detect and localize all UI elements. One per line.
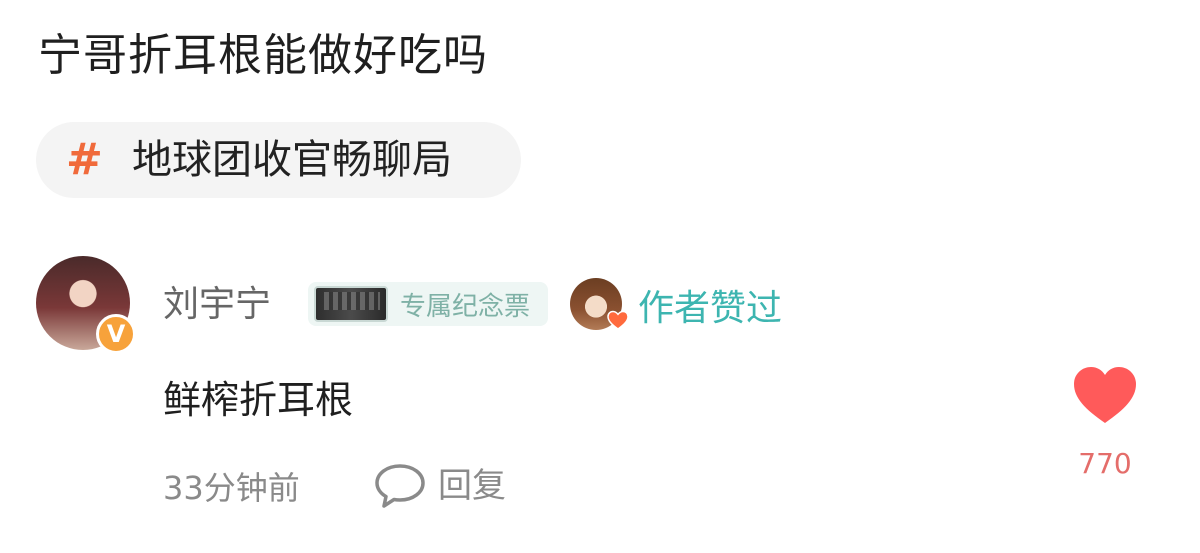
topic-chip[interactable]: # 地球团收官畅聊局 — [36, 122, 521, 198]
small-heart-icon — [607, 310, 629, 330]
reply-button[interactable]: 回复 — [372, 456, 506, 516]
comment-text: 鲜榨折耳根 — [163, 378, 354, 422]
author-avatar-wrap[interactable]: V — [36, 256, 136, 354]
heart-icon[interactable] — [1072, 364, 1138, 426]
author-liked-label: 作者赞过 — [638, 288, 783, 329]
comment-time: 33分钟前 — [163, 469, 300, 507]
commemorative-ticket-badge[interactable]: 专属纪念票 — [308, 282, 548, 326]
author-name[interactable]: 刘宇宁 — [163, 280, 271, 330]
like-count: 770 — [1078, 447, 1132, 480]
ticket-label: 专属纪念票 — [400, 291, 531, 322]
speech-bubble-icon — [375, 464, 425, 508]
verified-icon: V — [96, 314, 136, 354]
hashtag-icon: # — [66, 134, 103, 185]
ticket-image — [314, 286, 388, 322]
author-liked-avatar-wrap — [570, 278, 629, 334]
post-title: 宁哥折耳根能做好吃吗 — [38, 30, 488, 81]
reply-label: 回复 — [438, 466, 506, 506]
comment-screen: 宁哥折耳根能做好吃吗 # 地球团收官畅聊局 V 刘宇宁 专属纪念票 作者赞过 鲜… — [0, 0, 1200, 553]
topic-label: 地球团收官畅聊局 — [132, 137, 452, 183]
